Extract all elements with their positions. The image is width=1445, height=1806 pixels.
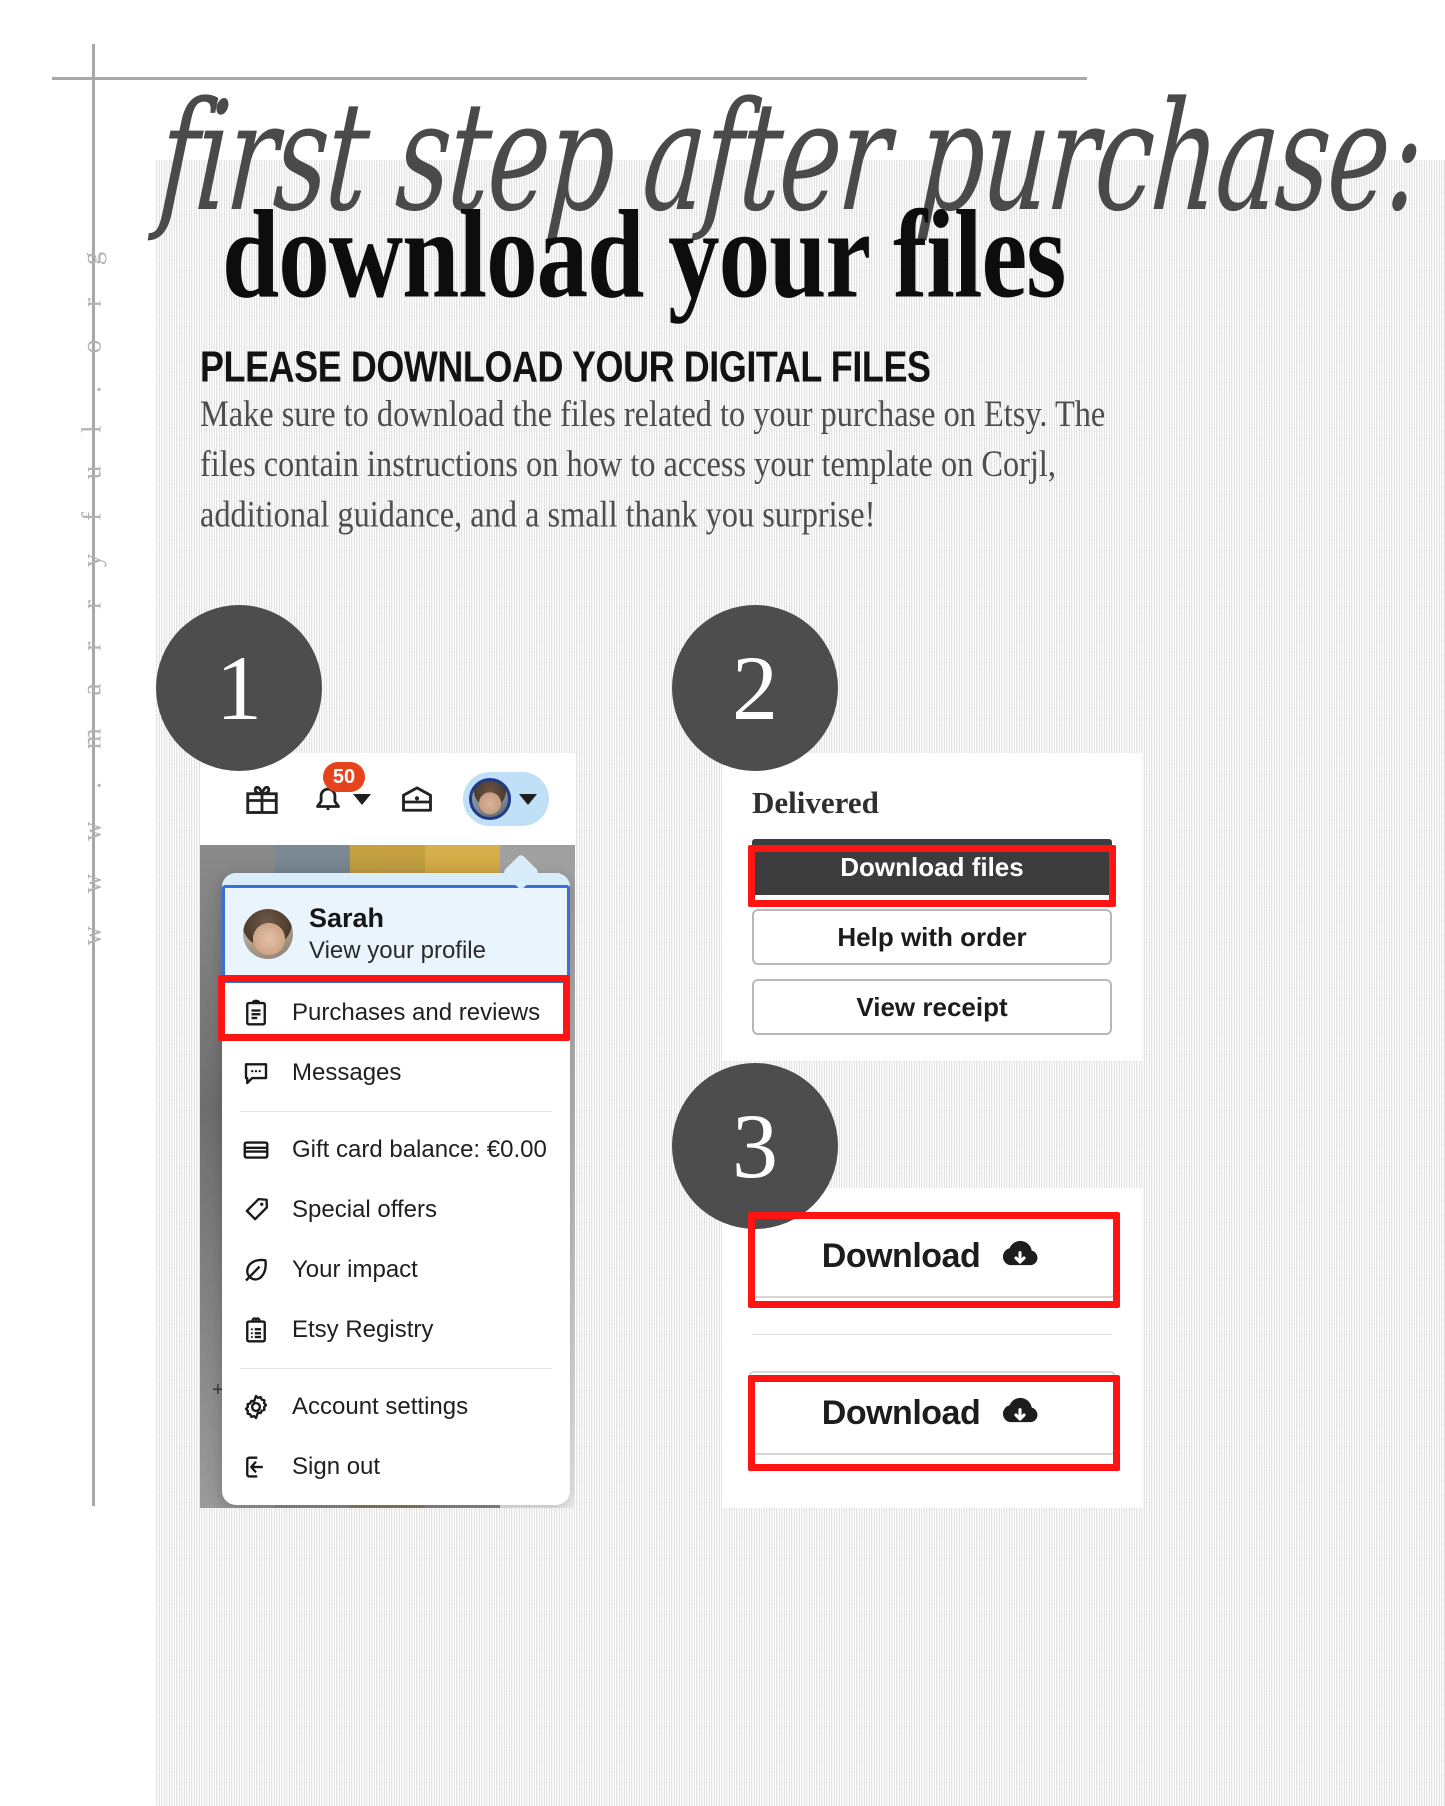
download-divider — [752, 1334, 1112, 1335]
menu-item-gift-card-balance[interactable]: Gift card balance: €0.00 — [222, 1120, 570, 1180]
credit-card-icon — [240, 1134, 272, 1166]
sign-out-icon — [240, 1451, 272, 1483]
etsy-delivered-panel-screenshot: Delivered Download files Help with order… — [722, 753, 1142, 1061]
menu-item-label: Gift card balance: €0.00 — [292, 1136, 547, 1163]
menu-item-your-impact[interactable]: Your impact — [222, 1240, 570, 1300]
price-tag-icon — [240, 1194, 272, 1226]
menu-item-purchases-and-reviews[interactable]: Purchases and reviews — [222, 983, 570, 1043]
avatar — [469, 778, 511, 820]
download-files-button[interactable]: Download files — [752, 839, 1112, 895]
speech-bubble-icon — [240, 1057, 272, 1089]
menu-divider — [240, 1111, 552, 1112]
account-menu-button[interactable] — [463, 772, 549, 826]
poster-page: w w w . m a r r y f u l . o r g first st… — [0, 0, 1445, 1806]
download-label: Download — [821, 1393, 981, 1432]
avatar — [243, 909, 293, 959]
gear-icon — [240, 1391, 272, 1423]
menu-item-label: Purchases and reviews — [292, 999, 541, 1026]
menu-item-messages[interactable]: Messages — [222, 1043, 570, 1103]
step-badge-1: 1 — [156, 605, 322, 771]
profile-subtitle: View your profile — [309, 937, 486, 964]
menu-item-label: Special offers — [292, 1196, 437, 1223]
body-copy: Make sure to download the files related … — [200, 394, 1106, 536]
page-title: download your files — [222, 185, 1066, 325]
shop-icon[interactable] — [397, 779, 437, 819]
sub-heading: PLEASE DOWNLOAD YOUR DIGITAL FILES — [200, 342, 931, 391]
menu-item-label: Etsy Registry — [292, 1316, 434, 1343]
site-url-vertical: w w w . m a r r y f u l . o r g — [76, 238, 107, 946]
menu-item-account-settings[interactable]: Account settings — [222, 1377, 570, 1437]
gift-icon[interactable] — [242, 779, 282, 819]
menu-item-sign-out[interactable]: Sign out — [222, 1437, 570, 1497]
delivered-status-label: Delivered — [752, 785, 879, 820]
menu-item-special-offers[interactable]: Special offers — [222, 1180, 570, 1240]
menu-item-label: Messages — [292, 1059, 402, 1086]
corjl-download-panel-screenshot: Download Download — [722, 1188, 1142, 1508]
view-receipt-button[interactable]: View receipt — [752, 979, 1112, 1035]
cloud-download-icon — [998, 1234, 1042, 1278]
account-dropdown-menu: Sarah View your profile Purchases and re — [222, 853, 570, 1505]
menu-item-etsy-registry[interactable]: Etsy Registry — [222, 1300, 570, 1360]
notifications-button[interactable]: 50 — [308, 762, 371, 819]
clipboard-icon — [240, 997, 272, 1029]
help-with-order-button[interactable]: Help with order — [752, 909, 1112, 965]
menu-item-label: Account settings — [292, 1393, 469, 1420]
step-badge-2: 2 — [672, 605, 838, 771]
profile-name: Sarah — [309, 903, 385, 933]
etsy-account-menu-screenshot: + n an 50 — [200, 753, 575, 1508]
chevron-down-icon — [519, 793, 537, 805]
menu-item-label: Your impact — [292, 1256, 418, 1283]
chevron-down-icon — [353, 793, 371, 805]
corjl-download-button-1[interactable]: Download — [748, 1214, 1116, 1298]
cloud-download-icon — [998, 1391, 1042, 1435]
profile-row[interactable]: Sarah View your profile — [222, 885, 570, 983]
menu-divider — [240, 1368, 552, 1369]
registry-clipboard-icon — [240, 1314, 272, 1346]
corjl-download-button-2[interactable]: Download — [748, 1371, 1116, 1455]
download-label: Download — [821, 1236, 981, 1275]
dropdown-header: Sarah View your profile — [222, 873, 570, 983]
step-badge-3: 3 — [672, 1063, 838, 1229]
notification-count-badge: 50 — [323, 762, 365, 792]
menu-item-label: Sign out — [292, 1453, 381, 1480]
leaf-icon — [240, 1254, 272, 1286]
